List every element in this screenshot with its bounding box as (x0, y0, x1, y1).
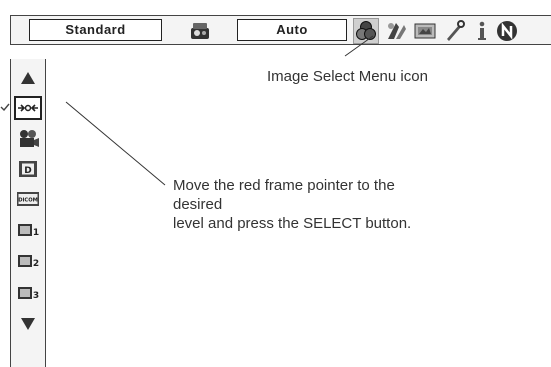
image-3-label: 3 (33, 291, 39, 301)
image-mode-field[interactable]: Standard (29, 19, 162, 41)
image-select-menu-callout: Image Select Menu icon (267, 68, 428, 85)
screen-icon[interactable] (413, 19, 437, 43)
cinema-mode-icon[interactable] (16, 129, 40, 149)
image-mode-sidebar: D DICOM 1 2 3 (10, 59, 46, 367)
image-adjust-icon[interactable] (384, 19, 408, 43)
dicom-mode-icon[interactable]: DICOM (16, 189, 40, 209)
instruction-line-1: Move the red frame pointer to the desire… (173, 177, 395, 213)
selected-checkmark-icon (0, 103, 10, 111)
d-mode-label: D (24, 166, 31, 176)
arrow-up-icon[interactable] (16, 69, 40, 89)
arrow-down-icon[interactable] (16, 313, 40, 333)
d-mode-icon[interactable]: D (16, 159, 40, 179)
image-3-icon[interactable]: 3 (16, 283, 40, 303)
projector-adjust-icon[interactable] (188, 19, 212, 43)
image-1-label: 1 (33, 228, 39, 238)
information-icon[interactable] (470, 19, 494, 43)
instruction-callout: Move the red frame pointer to the desire… (173, 176, 433, 233)
instruction-line-2: level and press the SELECT button. (173, 215, 412, 232)
auto-setting-field[interactable]: Auto (237, 19, 347, 41)
image-2-icon[interactable]: 2 (16, 251, 40, 271)
setting-wrench-icon[interactable] (442, 19, 466, 43)
dynamic-mode-icon[interactable] (14, 96, 42, 120)
image-select-icon[interactable] (353, 18, 379, 44)
network-icon[interactable] (495, 19, 519, 43)
top-menu-bar: Standard Auto (10, 15, 551, 45)
image-1-icon[interactable]: 1 (16, 220, 40, 240)
dicom-mode-label: DICOM (18, 198, 38, 204)
image-2-label: 2 (33, 259, 39, 269)
